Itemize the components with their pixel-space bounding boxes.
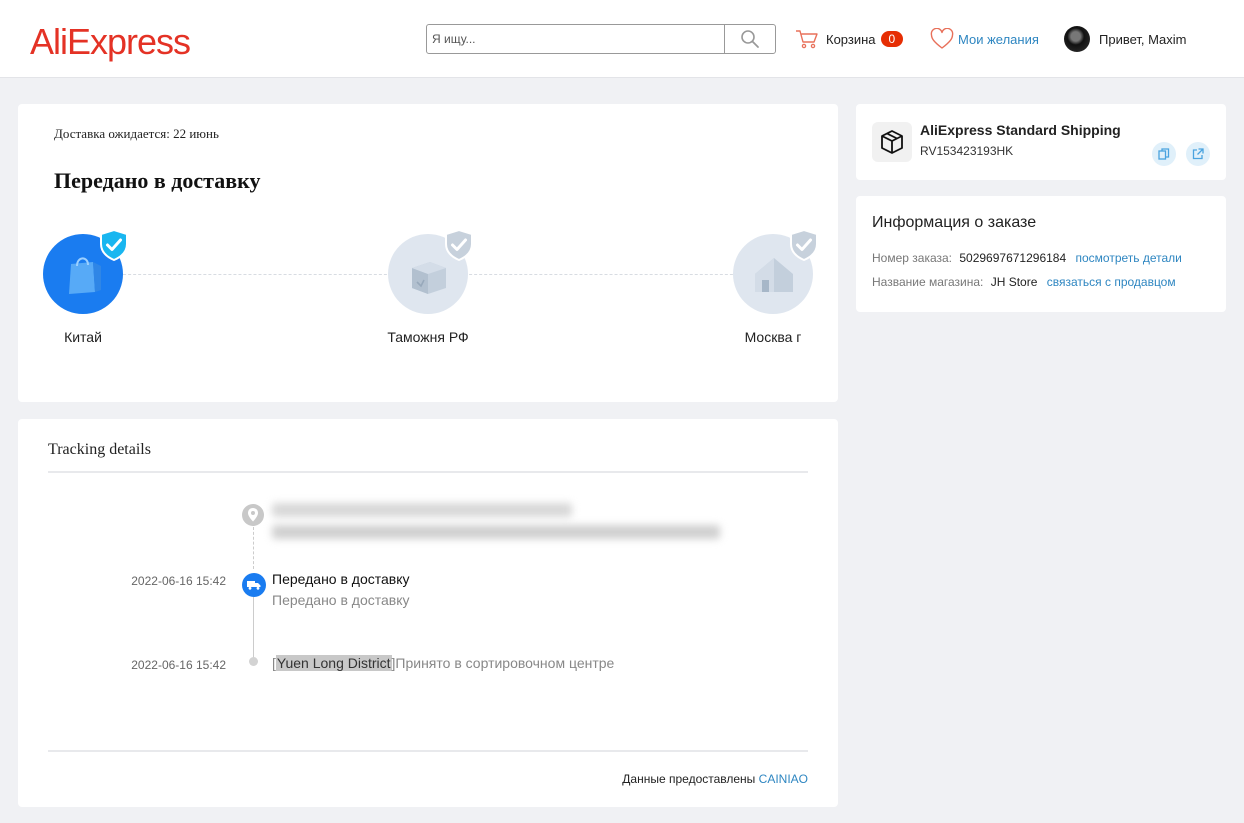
tracking-number: RV153423193HK [920, 144, 1014, 158]
tracking-details-card: Tracking details 2022-06-16 15:42 Переда… [18, 419, 838, 807]
user-menu[interactable]: Привет, Maxim [1064, 26, 1186, 52]
step-label-moscow: Москва г [744, 329, 802, 345]
carrier-name: AliExpress Standard Shipping [920, 122, 1121, 138]
order-number-row: Номер заказа: 5029697671296184 посмотрет… [872, 251, 1182, 265]
check-shield-icon [100, 229, 128, 261]
avatar [1064, 26, 1090, 52]
site-header: AliExpress Корзина 0 Мои желания Привет,… [0, 0, 1244, 78]
redacted-address-line [272, 525, 720, 539]
view-details-link[interactable]: посмотреть детали [1075, 251, 1181, 265]
order-number-value: 5029697671296184 [959, 251, 1067, 265]
event-location: Yuen Long District [275, 655, 392, 671]
step-china [43, 229, 128, 314]
order-number-label: Номер заказа: [872, 251, 953, 265]
cart-icon [796, 30, 818, 49]
cart-link[interactable]: Корзина 0 [795, 28, 904, 50]
cainiao-link[interactable]: CAINIAO [759, 772, 808, 786]
store-name-value: JH Store [990, 275, 1038, 289]
order-info-title: Информация о заказе [872, 214, 1037, 231]
event-subtitle: Передано в доставку [272, 592, 410, 608]
wishlist-label: Мои желания [958, 31, 1039, 47]
heart-icon [930, 28, 954, 49]
contact-seller-link[interactable]: связаться с продавцом [1047, 275, 1176, 289]
shipping-card: AliExpress Standard Shipping RV153423193… [856, 104, 1226, 180]
search-box [426, 24, 776, 54]
aliexpress-logo[interactable]: AliExpress [30, 22, 191, 62]
search-button[interactable] [725, 25, 775, 53]
order-info-card: Информация о заказе Номер заказа: 502969… [856, 196, 1226, 312]
store-name-row: Название магазина: JH Store связаться с … [872, 275, 1176, 289]
step-moscow [733, 229, 818, 314]
timeline-connector [253, 597, 254, 663]
location-pin-icon [242, 504, 264, 526]
step-customs [388, 229, 473, 314]
search-input[interactable] [427, 25, 725, 53]
wishlist-link[interactable]: Мои желания [930, 28, 1039, 50]
tracking-title: Tracking details [48, 441, 151, 458]
copy-icon [1158, 148, 1170, 160]
step-label-customs: Таможня РФ [387, 329, 469, 345]
external-link-icon [1192, 148, 1204, 160]
search-icon [741, 30, 759, 48]
cart-count-badge: 0 [880, 31, 904, 47]
check-shield-icon [790, 229, 818, 261]
redacted-address-line [272, 503, 572, 517]
data-source: Данные предоставлены CAINIAO [622, 772, 808, 786]
timeline-dot [249, 657, 258, 666]
delivery-status-card: Доставка ожидается: 22 июнь Передано в д… [18, 104, 838, 402]
event-time: 2022-06-16 15:42 [131, 658, 226, 672]
open-external-button[interactable] [1186, 142, 1210, 166]
copy-button[interactable] [1152, 142, 1176, 166]
store-name-label: Название магазина: [872, 275, 984, 289]
source-prefix: Данные предоставлены [622, 772, 756, 786]
timeline-connector [253, 527, 254, 569]
check-shield-icon [445, 229, 473, 261]
delivery-eta: Доставка ожидается: 22 июнь [54, 126, 219, 141]
status-title: Передано в доставку [54, 168, 261, 193]
divider [48, 750, 808, 752]
box-icon [872, 122, 912, 162]
event-time: 2022-06-16 15:42 [131, 574, 226, 588]
step-label-china: Китай [64, 329, 102, 345]
divider [48, 471, 808, 473]
truck-icon [242, 573, 266, 597]
user-greeting: Привет, Maxim [1099, 31, 1187, 47]
event-text: Принято в сортировочном центре [395, 655, 615, 671]
cart-label: Корзина [826, 31, 876, 47]
event-title: Передано в доставку [272, 571, 410, 587]
event-description: [Yuen Long District]Принято в сортировоч… [272, 655, 614, 671]
